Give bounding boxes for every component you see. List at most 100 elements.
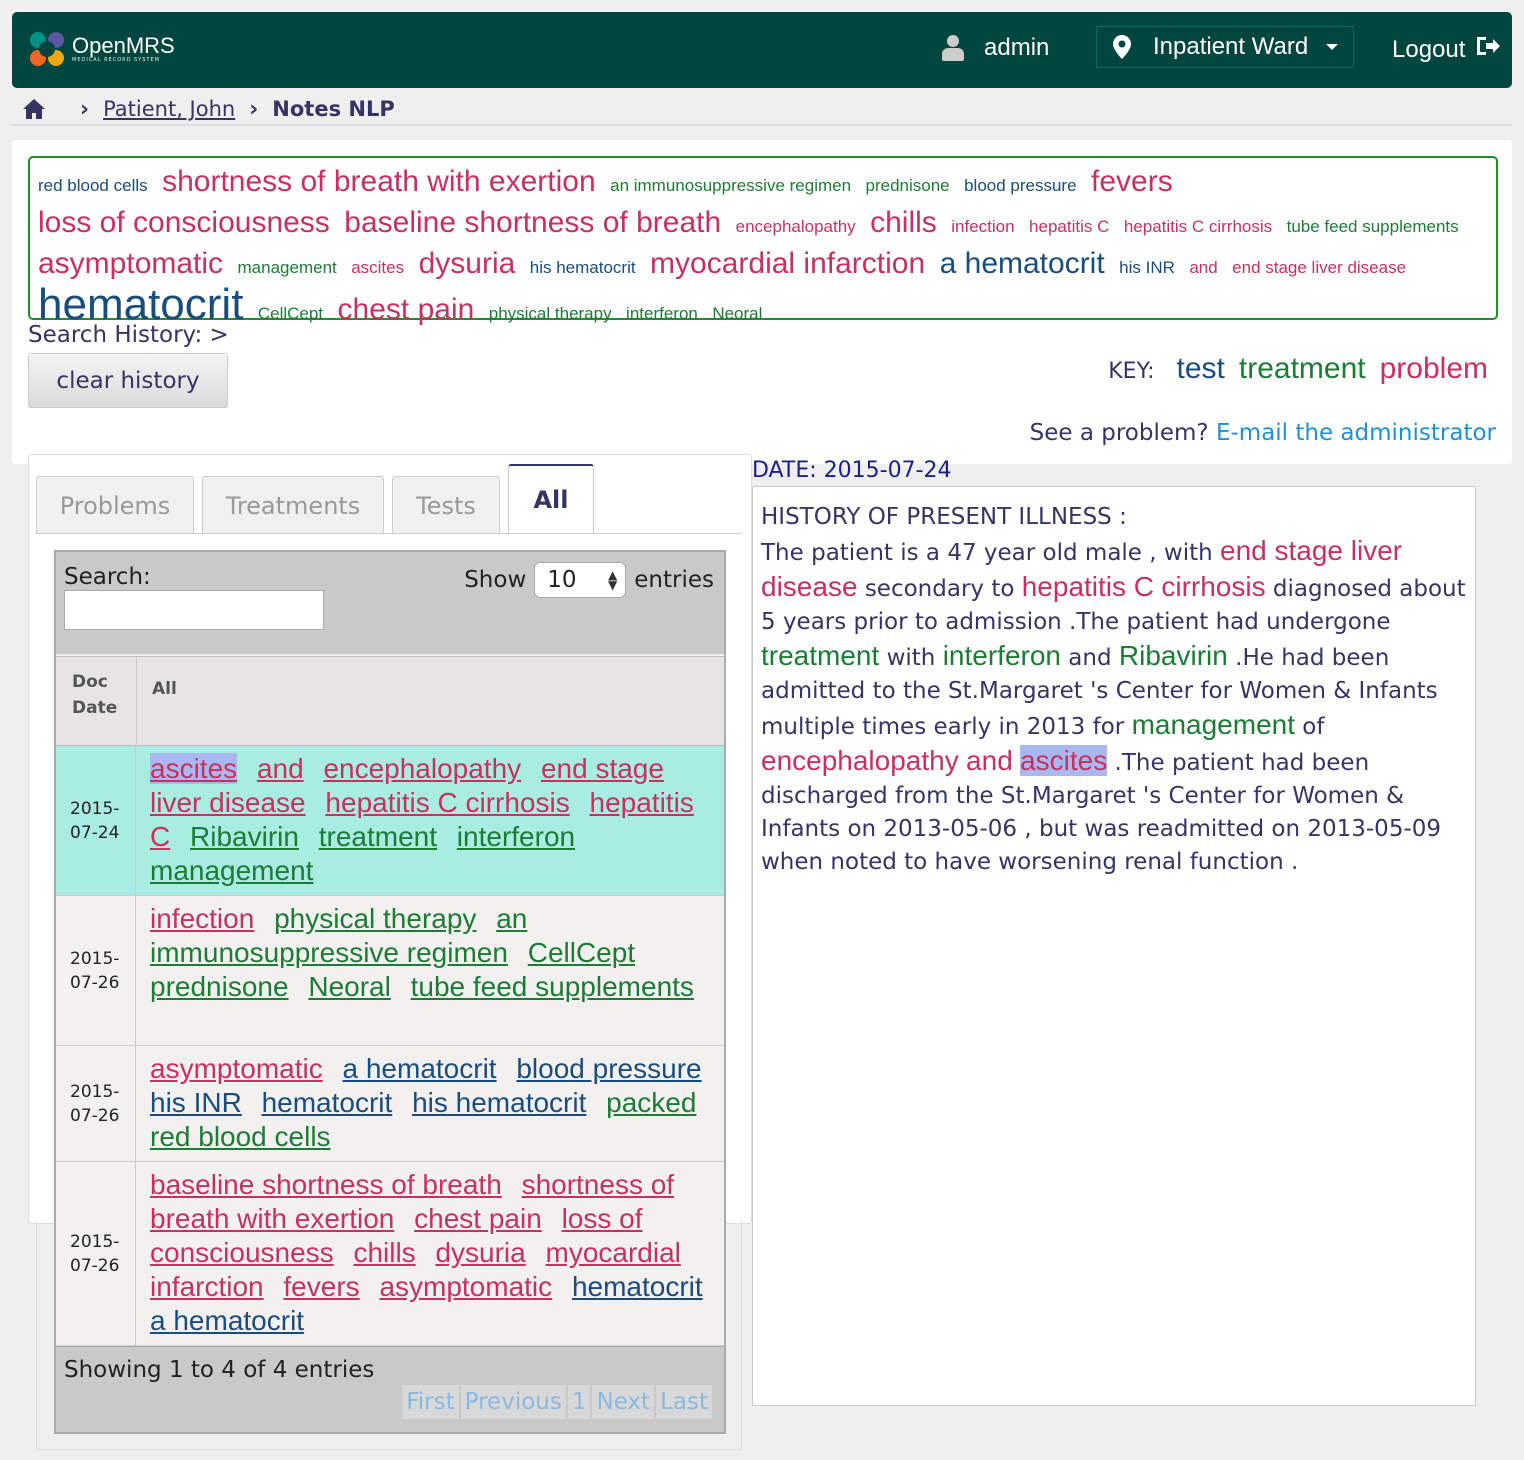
cloud-term[interactable]: loss of consciousness <box>38 206 330 239</box>
cloud-term[interactable]: infection <box>951 217 1014 236</box>
tab-treatments[interactable]: Treatments <box>202 476 384 534</box>
term-link[interactable]: hematocrit <box>572 1271 703 1302</box>
note-term[interactable]: Ribavirin <box>1119 640 1228 671</box>
logout-button[interactable]: Logout <box>1392 34 1501 65</box>
cloud-term[interactable]: hepatitis C <box>1029 217 1109 236</box>
cloud-term[interactable]: and <box>1189 258 1217 277</box>
search-history-toggle[interactable]: > <box>210 322 229 348</box>
table-row[interactable]: 2015-​07-24 ascites and encephalopathy en… <box>56 746 724 896</box>
note-term[interactable]: ascites <box>1020 745 1108 776</box>
tab-problems[interactable]: Problems <box>36 476 194 534</box>
col-all[interactable]: All <box>152 679 177 699</box>
pager-last[interactable]: Last <box>656 1385 712 1419</box>
cloud-term[interactable]: prednisone <box>866 176 950 195</box>
clear-history-button[interactable]: clear history <box>28 353 228 408</box>
term-link[interactable]: a hematocrit <box>343 1053 497 1084</box>
cloud-term[interactable]: hepatitis C cirrhosis <box>1124 217 1272 236</box>
note-date: DATE: 2015-07-24 <box>752 458 952 483</box>
note-term[interactable]: interferon <box>943 640 1061 671</box>
pager-first[interactable]: First <box>402 1385 459 1419</box>
term-link[interactable]: ascites <box>150 753 238 784</box>
term-link[interactable]: his hematocrit <box>412 1087 586 1118</box>
cloud-term[interactable]: tube feed supplements <box>1287 217 1459 236</box>
cloud-term[interactable]: his hematocrit <box>530 258 636 277</box>
term-link[interactable]: tube feed supplements <box>411 971 694 1002</box>
term-link[interactable]: encephalopathy <box>323 753 521 784</box>
term-link[interactable]: Ribavirin <box>190 821 299 852</box>
cloud-term[interactable]: CellCept <box>258 304 323 323</box>
logo-name: OpenMRS <box>72 33 175 58</box>
cloud-term[interactable]: baseline shortness of breath <box>344 206 721 239</box>
cloud-term[interactable]: management <box>238 258 337 277</box>
note-term[interactable]: hepatitis C <box>1022 571 1154 602</box>
term-link[interactable]: management <box>150 855 313 886</box>
cloud-term[interactable]: encephalopathy <box>736 217 856 236</box>
note-term[interactable]: encephalopathy <box>761 745 959 776</box>
cloud-term[interactable]: physical therapy <box>489 304 612 323</box>
cloud-term[interactable]: Neoral <box>712 304 762 323</box>
search-input[interactable] <box>64 590 324 630</box>
note-term[interactable]: and <box>966 745 1013 776</box>
cloud-term[interactable]: red blood cells <box>38 176 148 195</box>
note-text: HISTORY OF PRESENT ILLNESS : The patient … <box>752 486 1476 1406</box>
term-link[interactable]: CellCept <box>528 937 635 968</box>
pager-page-1[interactable]: 1 <box>567 1385 591 1419</box>
cloud-term[interactable]: blood pressure <box>964 176 1076 195</box>
cloud-term[interactable]: a hematocrit <box>940 247 1105 280</box>
search-history: Search History: > <box>28 322 229 348</box>
cloud-term[interactable]: chills <box>870 206 937 239</box>
term-link[interactable]: chills <box>353 1237 415 1268</box>
term-link[interactable]: asymptomatic <box>379 1271 552 1302</box>
term-link[interactable]: hematocrit <box>262 1087 393 1118</box>
pager-next[interactable]: Next <box>592 1385 655 1419</box>
term-link[interactable]: hepatitis C cirrhosis <box>325 787 569 818</box>
term-link[interactable]: blood pressure <box>516 1053 701 1084</box>
entries-select[interactable]: 10 ▲ ▼ <box>534 562 627 598</box>
user-menu[interactable]: admin <box>942 34 1049 62</box>
cloud-term[interactable]: shortness of breath with exertion <box>162 165 596 198</box>
table-row[interactable]: 2015-​07-26 infection physical therapy an… <box>56 896 724 1046</box>
term-link[interactable]: Neoral <box>308 971 390 1002</box>
term-link[interactable]: baseline shortness of breath <box>150 1169 502 1200</box>
col-doc-date[interactable]: Doc Date <box>72 669 132 721</box>
home-icon[interactable] <box>22 98 46 120</box>
cloud-term[interactable]: interferon <box>626 304 698 323</box>
term-link[interactable]: his INR <box>150 1087 242 1118</box>
cloud-term[interactable]: chest pain <box>338 293 475 326</box>
tab-all[interactable]: All <box>508 464 594 534</box>
note-term[interactable]: management <box>1132 709 1295 740</box>
note-term[interactable]: treatment <box>761 640 879 671</box>
cloud-term[interactable]: an immunosuppressive regimen <box>610 176 851 195</box>
email-admin-link[interactable]: E-mail the administrator <box>1216 420 1496 446</box>
cloud-term[interactable]: asymptomatic <box>38 247 223 280</box>
term-link[interactable]: prednisone <box>150 971 289 1002</box>
cloud-term[interactable]: fevers <box>1091 165 1173 198</box>
cloud-term[interactable]: end stage liver disease <box>1232 258 1406 277</box>
term-link[interactable]: a hematocrit <box>150 1305 304 1336</box>
breadcrumb-patient-link[interactable]: Patient, John <box>103 97 235 121</box>
note-text-span: and <box>1061 645 1119 671</box>
term-link[interactable]: and <box>257 753 304 784</box>
table-footer: Showing 1 to 4 of 4 entries First Previo… <box>56 1346 724 1432</box>
term-link[interactable]: fevers <box>283 1271 359 1302</box>
cloud-term[interactable]: dysuria <box>419 247 516 280</box>
term-link[interactable]: asymptomatic <box>150 1053 323 1084</box>
cloud-term[interactable]: his INR <box>1119 258 1175 277</box>
username: admin <box>984 34 1050 61</box>
location-dropdown[interactable]: Inpatient Ward <box>1096 26 1354 68</box>
tab-tests[interactable]: Tests <box>392 476 500 534</box>
term-link[interactable]: infection <box>150 903 254 934</box>
cloud-term[interactable]: ascites <box>351 258 404 277</box>
table-row[interactable]: 2015-​07-26 baseline shortness of breath … <box>56 1162 724 1346</box>
term-link[interactable]: treatment <box>319 821 437 852</box>
term-link[interactable]: chest pain <box>414 1203 542 1234</box>
note-term[interactable]: cirrhosis <box>1161 571 1265 602</box>
term-link[interactable]: interferon <box>457 821 575 852</box>
pager-previous[interactable]: Previous <box>460 1385 566 1419</box>
table-row[interactable]: 2015-​07-26 asymptomatic a hematocrit blo… <box>56 1046 724 1162</box>
term-link[interactable]: dysuria <box>435 1237 525 1268</box>
cloud-term[interactable]: myocardial infarction <box>650 247 925 280</box>
openmrs-logo[interactable]: OpenMRS MEDICAL RECORD SYSTEM <box>28 30 175 68</box>
term-link[interactable]: physical therapy <box>274 903 476 934</box>
entries-label: entries <box>634 567 714 593</box>
